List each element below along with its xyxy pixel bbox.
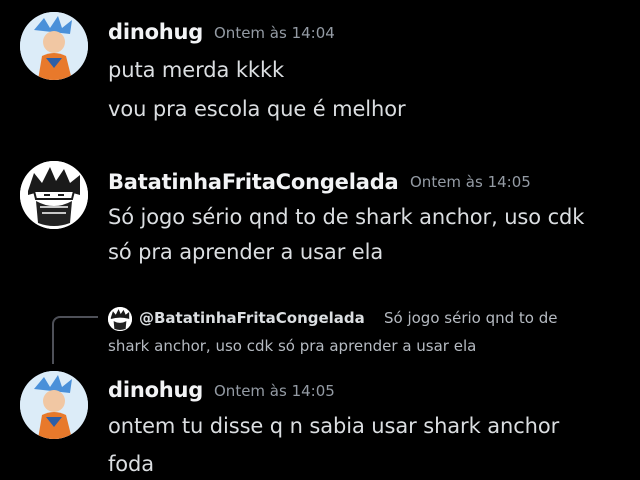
reply-preview-line[interactable]: shark anchor, uso cdk só pra aprender a … [108,337,476,355]
message-text-line: ontem tu disse q n sabia usar shark anch… [108,414,560,438]
reply-avatar[interactable] [108,307,132,331]
anime-character-avatar-icon [20,371,88,439]
message-text-line: vou pra escola que é melhor [108,97,406,121]
timestamp[interactable]: Ontem às 14:04 [214,24,335,42]
timestamp[interactable]: Ontem às 14:05 [410,173,531,191]
masked-character-avatar-icon [108,307,132,331]
dinohug-avatar[interactable] [20,12,88,80]
reply-mention[interactable]: @BatatinhaFritaCongelada [139,309,365,327]
author-name[interactable]: dinohug [108,20,203,44]
message-text-line: puta merda kkkk [108,58,285,82]
batatinha-avatar[interactable] [20,161,88,229]
author-name[interactable]: BatatinhaFritaCongelada [108,170,399,194]
masked-character-avatar-icon [20,161,88,229]
message-text-line: foda [108,452,155,476]
reply-connector [52,316,98,364]
message-text-line: Só jogo sério qnd to de shark anchor, us… [108,205,585,229]
author-name[interactable]: dinohug [108,378,203,402]
timestamp[interactable]: Ontem às 14:05 [214,382,335,400]
dinohug-avatar[interactable] [20,371,88,439]
reply-preview-line[interactable]: Só jogo sério qnd to de [384,309,558,327]
message-text-line: só pra aprender a usar ela [108,240,384,264]
anime-character-avatar-icon [20,12,88,80]
